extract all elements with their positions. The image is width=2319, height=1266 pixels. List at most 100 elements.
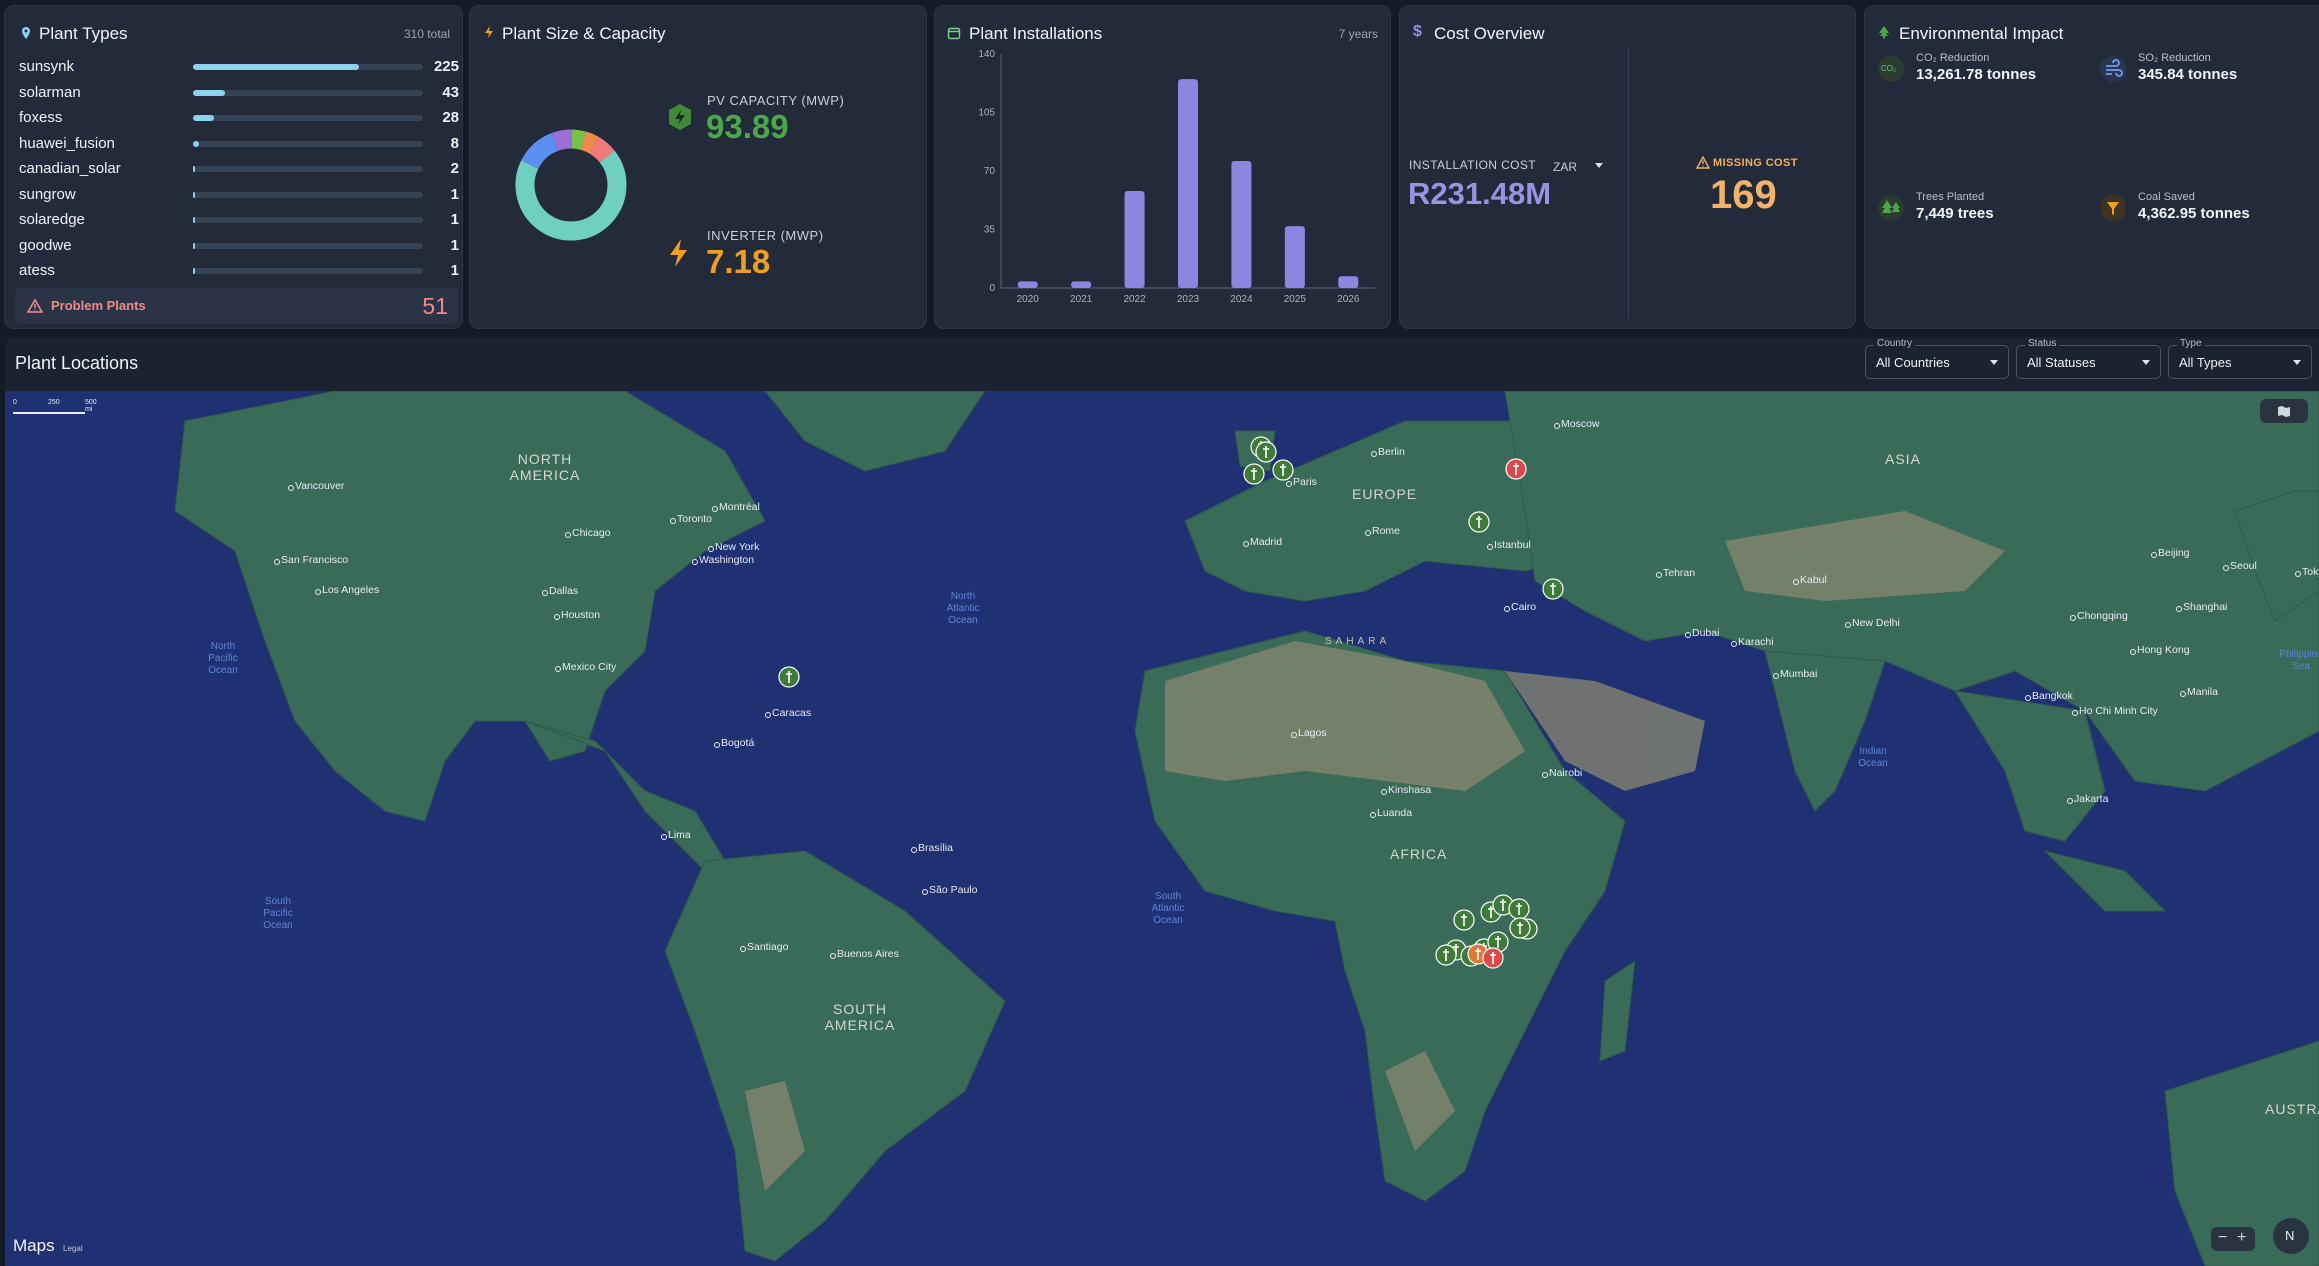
installation-bar	[1178, 79, 1198, 288]
plant-marker-pin[interactable]	[1435, 944, 1457, 974]
donut-slice	[571, 129, 586, 150]
donut-slice	[521, 132, 559, 170]
plant-type-name: atess	[19, 262, 55, 279]
ocean-label: North Pacific Ocean	[208, 641, 238, 676]
map-icon	[2278, 406, 2290, 417]
city-label: Los Angeles	[314, 584, 380, 596]
type-filter[interactable]: Type All Types	[2168, 338, 2312, 379]
plant-type-bar	[193, 89, 423, 96]
plant-type-row[interactable]: atess 1	[19, 262, 459, 282]
plant-marker-pin[interactable]	[778, 666, 800, 696]
plant-type-row[interactable]: solarman 43	[19, 84, 459, 104]
city-label: Tokyo	[2294, 566, 2319, 578]
summary-cards: Plant Types 310 total sunsynk 225 solarman…	[0, 0, 2319, 330]
legal-link[interactable]: Legal	[63, 1244, 83, 1253]
plant-type-bar	[193, 242, 423, 249]
co2-reduction-stat: CO₂ CO₂ Reduction 13,261.78 tonnes	[1878, 52, 2088, 92]
installation-bar	[1231, 160, 1252, 288]
y-tick-label: 0	[989, 283, 995, 294]
ocean-label: Philippine Sea	[2279, 649, 2319, 672]
installations-bar-chart: 0 35 70 105 140 2020 2021 2022 2023 2024 2025 2026	[978, 49, 1375, 305]
city-label: Tehran	[1655, 567, 1696, 579]
coal-value: 4,362.95 tonnes	[2138, 205, 2250, 222]
plant-marker-pin[interactable]	[1505, 458, 1527, 488]
plant-type-name: sungrow	[19, 185, 76, 203]
city-label: Nairobi	[1541, 767, 1583, 779]
cost-card: $ Cost Overview INSTALLATION COST ZAR R2…	[1399, 5, 1856, 329]
plant-marker-pin[interactable]	[1453, 909, 1475, 939]
maps-attribution: Maps Legal	[13, 1236, 83, 1256]
x-tick-label: 2026	[1337, 294, 1360, 305]
map-type-button[interactable]	[2260, 399, 2308, 423]
missing-cost-value: 169	[1710, 173, 1777, 217]
region-label: AFRICA	[1390, 846, 1448, 862]
problem-plants-button[interactable]: Problem Plants 51	[15, 288, 458, 324]
coal-saved-stat: Coal Saved 4,362.95 tonnes	[2100, 191, 2310, 231]
so2-value: 345.84 tonnes	[2138, 66, 2238, 83]
plant-type-row[interactable]: sunsynk 225	[19, 58, 459, 78]
plant-type-count: 2	[450, 160, 459, 177]
city-label: Ho Chi Minh City	[2072, 705, 2158, 717]
plant-locations-map[interactable]: 0 250 500 mi NORTH AMERICA EUROPE ASIA AFRI…	[5, 391, 2319, 1266]
x-tick-label: 2021	[1070, 294, 1093, 305]
status-filter[interactable]: Status All Statuses	[2016, 338, 2161, 379]
plant-type-row[interactable]: huawei_fusion 8	[19, 135, 459, 155]
currency-select[interactable]: ZAR	[1553, 158, 1607, 174]
city-label: Hong Kong	[2130, 644, 2190, 656]
chevron-down-icon	[1595, 163, 1603, 168]
plant-type-name: foxess	[19, 109, 63, 126]
city-label: Kinshasa	[1380, 784, 1432, 796]
installation-bar	[1124, 191, 1145, 288]
city-label: São Paulo	[921, 884, 978, 896]
zoom-in-button[interactable]: +	[2237, 1229, 2246, 1247]
plant-type-count: 8	[450, 134, 459, 152]
region-label: NORTH AMERICA	[509, 451, 581, 483]
zoom-out-button[interactable]: −	[2218, 1229, 2227, 1247]
currency-value: ZAR	[1553, 160, 1577, 174]
x-tick-label: 2025	[1284, 294, 1307, 305]
city-label: Dubai	[1684, 627, 1720, 639]
plant-type-row[interactable]: foxess 28	[19, 109, 459, 129]
plant-type-bar	[193, 140, 423, 147]
co2-label: CO₂ Reduction	[1916, 52, 1990, 64]
city-label: Montréal	[712, 501, 760, 513]
city-label: Mexico City	[554, 661, 617, 673]
plant-type-bar-fill	[193, 242, 195, 249]
plant-type-name: solaredge	[19, 211, 85, 228]
plant-type-bar-fill	[193, 89, 225, 96]
plant-type-count: 28	[442, 109, 459, 126]
plant-type-bar	[193, 217, 423, 223]
city-label: Mumbai	[1772, 668, 1818, 680]
country-filter[interactable]: Country All Countries	[1865, 338, 2009, 379]
plant-type-count: 1	[450, 236, 459, 254]
plant-marker-pin[interactable]	[1468, 511, 1490, 541]
city-label: Brasília	[910, 842, 954, 854]
plant-type-row[interactable]: sungrow 1	[19, 186, 459, 206]
plant-types-card: Plant Types 310 total sunsynk 225 solarman…	[4, 5, 463, 329]
plant-type-row[interactable]: goodwe 1	[19, 237, 459, 257]
problem-plants-label: Problem Plants	[51, 298, 146, 313]
plant-type-row[interactable]: canadian_solar 2	[19, 160, 459, 180]
plant-type-bar-fill	[193, 140, 199, 147]
plant-marker-pin[interactable]	[1542, 578, 1564, 608]
city-label: Moscow	[1554, 418, 1600, 430]
inverter-label: INVERTER (MWP)	[707, 228, 824, 243]
city-label: Washington	[691, 554, 755, 566]
y-tick-label: 70	[984, 166, 996, 177]
zoom-controls: − +	[2211, 1227, 2255, 1251]
plant-type-count: 1	[450, 185, 459, 203]
cost-title: Cost Overview	[1434, 24, 1545, 43]
plant-type-bar	[193, 268, 423, 274]
city-label: Rome	[1364, 525, 1401, 537]
co2-value: 13,261.78 tonnes	[1916, 66, 2037, 83]
warning-icon	[1696, 156, 1710, 169]
donut-slice	[551, 129, 573, 151]
y-tick-label: 105	[978, 108, 995, 119]
plant-marker-pin[interactable]	[1255, 441, 1277, 471]
plant-marker-pin[interactable]	[1509, 917, 1531, 947]
plant-marker-pin[interactable]	[1482, 947, 1504, 977]
plant-type-bar	[193, 115, 423, 121]
plant-type-bar	[193, 191, 423, 198]
compass-button[interactable]: N	[2273, 1218, 2309, 1254]
plant-type-row[interactable]: solaredge 1	[19, 211, 459, 231]
